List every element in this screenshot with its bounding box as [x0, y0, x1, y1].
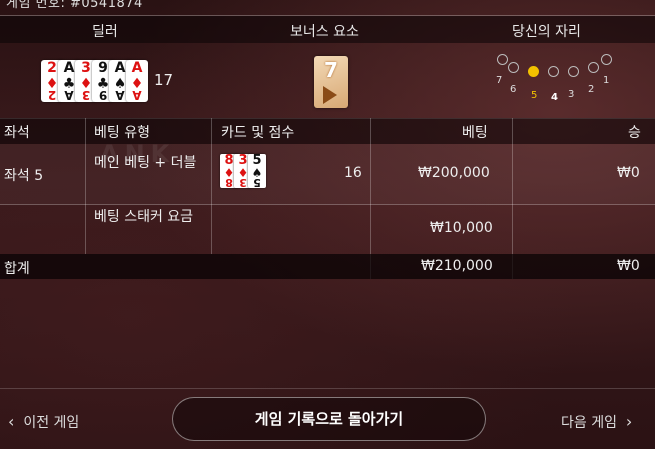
player-score: 16 [344, 165, 362, 181]
seat-number: 7 [496, 75, 503, 86]
seat-dot [508, 62, 519, 73]
back-to-history-button[interactable]: 게임 기록으로 돌아가기 [172, 397, 486, 441]
top-bar: 게임 번호: #0541874 [0, 0, 655, 16]
header-seat: 좌석 [4, 125, 30, 141]
next-game-button[interactable]: 다음 게임 › [561, 412, 632, 432]
header-cards-score: 카드 및 점수 [221, 125, 295, 141]
dealer-score: 17 [154, 71, 174, 89]
arrow-icon [323, 86, 337, 104]
your-seat-heading: 당신의 자리 [512, 24, 581, 40]
chevron-right-icon: › [625, 412, 633, 431]
row-bet-type: 메인 베팅 + 더블 [94, 155, 197, 171]
seat-dot [528, 66, 539, 77]
seat-dot [548, 66, 559, 77]
seat-dot [601, 54, 612, 65]
total-label: 합계 [4, 261, 30, 277]
seat-number: 5 [531, 90, 538, 101]
seat-number: 2 [588, 84, 595, 95]
bonus-value: 7 [324, 58, 338, 82]
row-bet: ₩200,000 [418, 165, 490, 181]
header-win: 승 [628, 125, 641, 141]
seat-number: 4 [551, 92, 558, 103]
previous-game-label: 이전 게임 [23, 415, 80, 431]
bonus-card: 7 [314, 56, 348, 108]
seat-number: 6 [510, 84, 517, 95]
seat-dot [497, 54, 508, 65]
seat-number: 1 [603, 75, 610, 86]
game-id-text: 게임 번호: #0541874 [6, 0, 143, 11]
header-bet-type: 베팅 유형 [94, 125, 150, 141]
seat-number: 3 [568, 89, 575, 100]
card-rank: A [131, 60, 143, 76]
total-win: ₩0 [617, 258, 640, 274]
bonus-heading: 보너스 요소 [290, 24, 359, 40]
card-rank-inverted: A [132, 88, 142, 102]
summary-header: 딜러 보너스 요소 당신의 자리 [0, 16, 655, 43]
row-seat: 좌석 5 [4, 168, 44, 184]
header-bet: 베팅 [462, 125, 488, 141]
dealer-heading: 딜러 [92, 24, 118, 40]
row-win: ₩0 [617, 165, 640, 181]
table-header: 좌석 베팅 유형 카드 및 점수 베팅 승 [0, 118, 655, 144]
row-bet: ₩10,000 [430, 220, 493, 236]
seat-dot [588, 62, 599, 73]
next-game-label: 다음 게임 [561, 415, 617, 431]
row-bet-type: 베팅 스태커 요금 [94, 209, 194, 225]
previous-game-button[interactable]: ‹ 이전 게임 [8, 412, 79, 432]
total-bet: ₩210,000 [421, 258, 493, 274]
playing-card: 5 ♠ 5 [248, 154, 266, 189]
total-row: 합계 ₩210,000 ₩0 [0, 254, 655, 279]
divider [0, 204, 655, 205]
card-rank-inverted: 5 [253, 176, 261, 189]
playing-card: A ♦ A [126, 60, 148, 102]
seat-dot [568, 66, 579, 77]
chevron-left-icon: ‹ [8, 412, 15, 431]
footer-divider [0, 388, 655, 389]
